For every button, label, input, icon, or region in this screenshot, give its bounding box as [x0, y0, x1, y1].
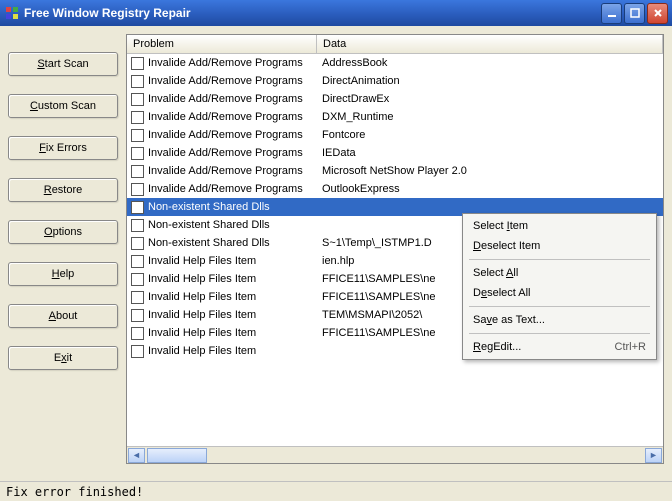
- row-checkbox[interactable]: [131, 345, 144, 358]
- row-problem: Invalide Add/Remove Programs: [148, 111, 318, 123]
- sidebar: Start Scan Custom Scan Fix Errors Restore Op…: [8, 34, 118, 464]
- row-checkbox[interactable]: [131, 201, 144, 214]
- row-checkbox[interactable]: [131, 147, 144, 160]
- maximize-button[interactable]: [624, 3, 645, 24]
- horizontal-scrollbar[interactable]: ◄ ►: [127, 446, 663, 463]
- row-checkbox[interactable]: [131, 273, 144, 286]
- row-checkbox[interactable]: [131, 57, 144, 70]
- sidebar-button-6[interactable]: About: [8, 304, 118, 328]
- header-data[interactable]: Data: [317, 35, 663, 53]
- list-row[interactable]: Invalide Add/Remove ProgramsOutlookExpre…: [127, 180, 663, 198]
- row-data: DirectAnimation: [318, 75, 663, 87]
- sidebar-button-1[interactable]: Custom Scan: [8, 94, 118, 118]
- row-problem: Invalide Add/Remove Programs: [148, 93, 318, 105]
- row-problem: Invalide Add/Remove Programs: [148, 129, 318, 141]
- header-problem[interactable]: Problem: [127, 35, 317, 53]
- menu-item-3[interactable]: Select All: [465, 263, 654, 283]
- results-list: Problem Data Invalide Add/Remove Program…: [126, 34, 664, 464]
- menu-item-0[interactable]: Select Item: [465, 216, 654, 236]
- list-row[interactable]: Invalide Add/Remove ProgramsMicrosoft Ne…: [127, 162, 663, 180]
- sidebar-button-5[interactable]: Help: [8, 262, 118, 286]
- close-button[interactable]: [647, 3, 668, 24]
- context-menu: Select ItemDeselect Item Select AllDesele…: [462, 213, 657, 360]
- sidebar-button-2[interactable]: Fix Errors: [8, 136, 118, 160]
- menu-separator: [469, 306, 650, 307]
- row-problem: Non-existent Shared Dlls: [148, 201, 318, 213]
- row-problem: Invalide Add/Remove Programs: [148, 165, 318, 177]
- menu-item-6[interactable]: Save as Text...: [465, 310, 654, 330]
- window-title: Free Window Registry Repair: [24, 6, 601, 20]
- status-bar: Fix error finished!: [0, 481, 672, 501]
- row-problem: Invalid Help Files Item: [148, 291, 318, 303]
- row-checkbox[interactable]: [131, 111, 144, 124]
- row-problem: Invalide Add/Remove Programs: [148, 183, 318, 195]
- list-row[interactable]: Invalide Add/Remove ProgramsIEData: [127, 144, 663, 162]
- menu-item-8[interactable]: RegEdit...Ctrl+R: [465, 337, 654, 357]
- row-problem: Invalide Add/Remove Programs: [148, 75, 318, 87]
- sidebar-button-3[interactable]: Restore: [8, 178, 118, 202]
- row-problem: Invalide Add/Remove Programs: [148, 147, 318, 159]
- row-checkbox[interactable]: [131, 219, 144, 232]
- app-icon: [4, 5, 20, 21]
- sidebar-button-7[interactable]: Exit: [8, 346, 118, 370]
- menu-item-4[interactable]: Deselect All: [465, 283, 654, 303]
- row-problem: Invalid Help Files Item: [148, 327, 318, 339]
- menu-item-1[interactable]: Deselect Item: [465, 236, 654, 256]
- sidebar-button-0[interactable]: Start Scan: [8, 52, 118, 76]
- list-row[interactable]: Invalide Add/Remove ProgramsAddressBook: [127, 54, 663, 72]
- row-checkbox[interactable]: [131, 327, 144, 340]
- row-problem: Invalid Help Files Item: [148, 255, 318, 267]
- row-data: DXM_Runtime: [318, 111, 663, 123]
- row-problem: Non-existent Shared Dlls: [148, 219, 318, 231]
- row-checkbox[interactable]: [131, 255, 144, 268]
- row-problem: Invalid Help Files Item: [148, 273, 318, 285]
- row-checkbox[interactable]: [131, 165, 144, 178]
- list-row[interactable]: Invalide Add/Remove ProgramsDirectAnimat…: [127, 72, 663, 90]
- row-checkbox[interactable]: [131, 93, 144, 106]
- list-row[interactable]: Invalide Add/Remove ProgramsFontcore: [127, 126, 663, 144]
- row-data: Microsoft NetShow Player 2.0: [318, 165, 663, 177]
- scroll-left-button[interactable]: ◄: [128, 448, 145, 463]
- list-row[interactable]: Invalide Add/Remove ProgramsDXM_Runtime: [127, 108, 663, 126]
- row-data: DirectDrawEx: [318, 93, 663, 105]
- row-problem: Invalid Help Files Item: [148, 309, 318, 321]
- list-header: Problem Data: [127, 35, 663, 54]
- titlebar: Free Window Registry Repair: [0, 0, 672, 26]
- scroll-thumb[interactable]: [147, 448, 207, 463]
- menu-separator: [469, 333, 650, 334]
- row-problem: Non-existent Shared Dlls: [148, 237, 318, 249]
- minimize-button[interactable]: [601, 3, 622, 24]
- row-checkbox[interactable]: [131, 237, 144, 250]
- row-checkbox[interactable]: [131, 129, 144, 142]
- row-checkbox[interactable]: [131, 75, 144, 88]
- row-checkbox[interactable]: [131, 309, 144, 322]
- scroll-right-button[interactable]: ►: [645, 448, 662, 463]
- menu-separator: [469, 259, 650, 260]
- row-checkbox[interactable]: [131, 183, 144, 196]
- row-problem: Invalide Add/Remove Programs: [148, 57, 318, 69]
- row-checkbox[interactable]: [131, 291, 144, 304]
- row-data: AddressBook: [318, 57, 663, 69]
- row-data: Fontcore: [318, 129, 663, 141]
- row-problem: Invalid Help Files Item: [148, 345, 318, 357]
- row-data: OutlookExpress: [318, 183, 663, 195]
- row-data: IEData: [318, 147, 663, 159]
- list-row[interactable]: Invalide Add/Remove ProgramsDirectDrawEx: [127, 90, 663, 108]
- sidebar-button-4[interactable]: Options: [8, 220, 118, 244]
